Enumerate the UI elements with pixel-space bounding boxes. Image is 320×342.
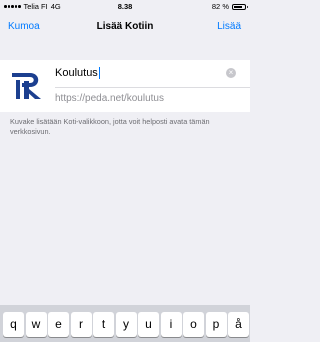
status-bar: Telia FI 4G 8.38 82 % xyxy=(0,0,250,13)
page-title: Lisää Kotiin xyxy=(96,21,154,32)
key-p[interactable]: p xyxy=(205,312,227,337)
key-o[interactable]: o xyxy=(183,312,204,337)
help-text: Kuvake lisätään Koti-valikkoon, jotta vo… xyxy=(10,117,210,136)
battery-percent: 82 % xyxy=(211,2,229,11)
key-r[interactable]: r xyxy=(70,312,92,337)
battery-icon xyxy=(232,3,248,10)
key-u[interactable]: u xyxy=(138,312,159,337)
key-t[interactable]: t xyxy=(93,312,114,337)
field-divider xyxy=(55,87,250,88)
navigation-bar: Kumoa Lisää Kotiin Lisää xyxy=(0,13,250,40)
title-value: Koulutus xyxy=(55,67,98,79)
key-e[interactable]: e xyxy=(48,312,69,337)
add-button[interactable]: Lisää xyxy=(217,13,241,40)
key-i[interactable]: i xyxy=(160,312,182,337)
text-cursor xyxy=(98,67,100,80)
title-input[interactable]: Koulutus xyxy=(55,62,215,84)
key-q[interactable]: q xyxy=(3,312,24,337)
clear-icon[interactable]: × xyxy=(226,68,236,78)
key-y[interactable]: y xyxy=(115,312,137,337)
key-w[interactable]: w xyxy=(25,312,47,337)
peda-net-logo xyxy=(12,73,41,99)
url-field: https://peda.net/koulutus xyxy=(55,93,164,104)
key-å[interactable]: å xyxy=(228,312,249,337)
